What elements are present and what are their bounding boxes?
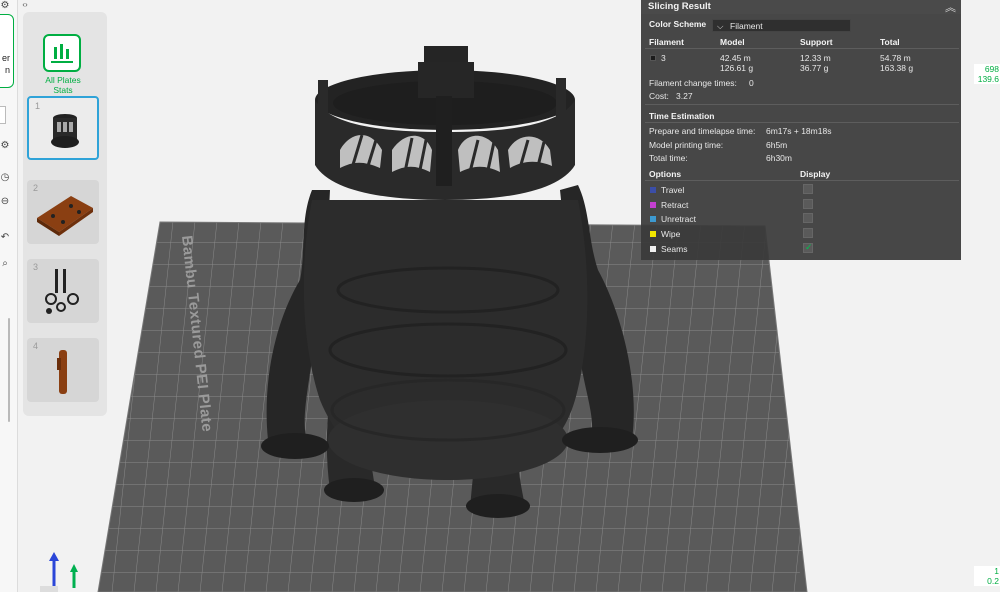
partial-label-2: n [4,65,10,75]
plate-thumbnail-1[interactable]: 1 [27,96,99,160]
option-label: Retract [661,200,689,210]
divider [645,104,959,105]
option-label: Wipe [661,229,681,239]
model-length: 42.45 m [720,53,751,63]
model-printing-time-value: 6h5m [766,140,788,150]
prepare-time-label: Prepare and timelapse time: [649,126,756,136]
model-header: Model [720,37,745,47]
collapse-panel-icon[interactable]: ‹› [18,0,32,10]
divider [645,122,959,123]
total-weight: 163.38 g [880,63,914,73]
wipe-color-swatch [650,231,656,237]
plate-thumbnail-4[interactable]: 4 [27,338,99,402]
filament-number: 3 [661,53,666,63]
total-time-value: 6h30m [766,153,792,163]
slicing-result-panel: Slicing Result ︽ Color Scheme Filament M… [641,0,961,260]
filament-change-value: 0 [749,78,754,88]
cost-value: 3.27 [676,91,693,101]
cost-label: Cost: [649,91,669,101]
divider [645,180,959,181]
chevron-up-icon[interactable]: ︽ [945,0,956,15]
retract-color-swatch [650,202,656,208]
divider [645,48,959,49]
coord-bottom-2: 0.2 [987,576,999,586]
bar-chart-icon [43,34,81,72]
retract-display-checkbox[interactable] [803,199,813,209]
settings-icon[interactable]: ⚙ [0,0,10,12]
option-label: Travel [661,185,685,195]
coord-bottom-1: 1 [994,566,999,576]
plate-thumbnail-2[interactable]: 2 [27,180,99,244]
plate-list-panel: All Plates Stats 1 2 3 4 [23,12,107,416]
gear-icon[interactable]: ⚙ [0,140,10,152]
lantern-thumbnail-icon [51,114,79,148]
plate-thumbnail-3[interactable]: 3 [27,259,99,323]
stats-label: Stats [53,85,73,95]
coordinate-readout-bottom: 1 0.2 [974,566,1000,586]
prepare-time-value: 6m17s + 18m18s [766,126,832,136]
color-scheme-dropdown[interactable]: ⌵ Filament [712,19,851,32]
chevron-down-icon: ⌵ [717,21,724,31]
small-panel-box[interactable] [0,106,6,124]
slicing-result-header[interactable]: Slicing Result ︽ [641,0,961,14]
model-lantern[interactable] [261,46,638,518]
rotate-icon[interactable]: ↶ [0,232,10,244]
total-header: Total [880,37,900,47]
model-printing-time-label: Model printing time: [649,140,724,150]
unretract-color-swatch [650,216,656,222]
all-plates-label: All Plates [45,75,81,85]
option-label: Unretract [661,214,696,224]
left-toolbar: ⚙ er n ⚙ ◷ ⊖ ↶ ⌕ [0,0,18,592]
slicing-result-title: Slicing Result [648,1,711,12]
coord-top-2: 139.6 [977,74,999,84]
support-length: 12.33 m [800,53,831,63]
seams-color-swatch [650,246,656,252]
filament-color-swatch [650,55,656,61]
display-header: Display [800,169,831,179]
minus-circle-icon[interactable]: ⊖ [0,196,10,208]
travel-color-swatch [650,187,656,193]
color-scheme-value: Filament [730,21,763,31]
all-plates-stats-button[interactable]: All Plates Stats [23,20,107,98]
partial-label-1: er [1,53,10,63]
plate-list-scrollbar[interactable] [8,318,10,422]
time-estimation-title: Time Estimation [649,111,715,121]
option-label: Seams [661,244,688,254]
wipe-display-checkbox[interactable] [803,228,813,238]
coordinate-readout-top: 698 139.6 [974,64,1000,84]
search-icon[interactable]: ⌕ [0,258,10,270]
handle-thumbnail-icon [57,350,67,394]
support-header: Support [800,37,833,47]
filament-change-label: Filament change times: [649,78,737,88]
support-weight: 36.77 g [800,63,829,73]
travel-display-checkbox[interactable] [803,184,813,194]
seams-display-checkbox[interactable] [803,242,813,253]
model-weight: 126.61 g [720,63,754,73]
total-length: 54.78 m [880,53,911,63]
partial-sidebar-card[interactable]: er n [0,14,14,88]
filament-header: Filament [649,37,684,47]
parts-thumbnail-icon [45,269,79,314]
color-scheme-label: Color Scheme [649,19,707,29]
axis-gizmo [40,552,78,592]
total-time-label: Total time: [649,153,688,163]
unretract-display-checkbox[interactable] [803,213,813,223]
options-header: Options [649,169,682,179]
clock-icon[interactable]: ◷ [0,172,10,184]
board-thumbnail-icon [37,196,93,236]
coord-top-1: 698 [984,64,999,74]
